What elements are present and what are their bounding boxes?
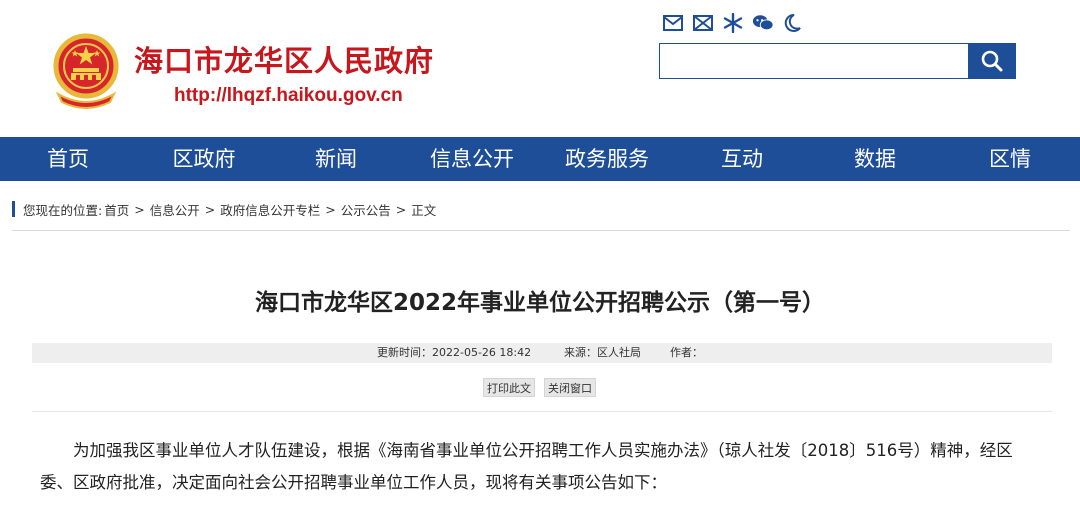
- breadcrumb-item-current: 正文: [411, 202, 437, 218]
- tool-icons: [662, 12, 804, 34]
- search-icon: [981, 50, 1003, 72]
- nav-home[interactable]: 首页: [30, 137, 106, 181]
- article-title: 海口市龙华区2022年事业单位公开招聘公示（第一号）: [254, 290, 825, 316]
- content-divider: [32, 411, 1052, 412]
- article-paragraph: 为加强我区事业单位人才队伍建设，根据《海南省事业单位公开招聘工作人员实施办法》（…: [40, 441, 1013, 492]
- breadcrumb-item-home[interactable]: 首页: [104, 200, 129, 219]
- breadcrumb-separator: >: [395, 201, 407, 217]
- main-nav: 首页 区政府 新闻 信息公开 政务服务 互动 数据 区情: [0, 137, 1080, 181]
- site-title[interactable]: 海口市龙华区人民政府: [134, 38, 434, 80]
- breadcrumb-separator: >: [204, 201, 216, 217]
- breadcrumb-marker: [12, 201, 15, 217]
- site-url[interactable]: http://lhqzf.haikou.gov.cn: [174, 85, 403, 107]
- article-author: 作者：: [670, 346, 703, 359]
- search-button[interactable]: [968, 43, 1016, 79]
- breadcrumb: 您现在的位置: 首页 > 信息公开 > 政府信息公开专栏 > 公示公告 > 正文: [12, 200, 436, 218]
- breadcrumb-item-info[interactable]: 信息公开: [150, 200, 200, 219]
- envelope-icon[interactable]: [692, 12, 714, 34]
- nav-district-government[interactable]: 区政府: [160, 137, 248, 181]
- search-input[interactable]: [659, 43, 969, 79]
- mail-icon[interactable]: [662, 12, 684, 34]
- breadcrumb-separator: >: [325, 201, 336, 217]
- nav-district-overview[interactable]: 区情: [978, 137, 1042, 181]
- close-window-button[interactable]: 关闭窗口: [544, 378, 596, 397]
- nav-interaction[interactable]: 互动: [710, 137, 774, 181]
- site-header: 海口市龙华区人民政府 http://lhqzf.haikou.gov.cn: [0, 0, 1080, 137]
- nav-news[interactable]: 新闻: [304, 137, 368, 181]
- article-body: 为加强我区事业单位人才队伍建设，根据《海南省事业单位公开招聘工作人员实施办法》（…: [40, 435, 1040, 499]
- article-meta-bar: 更新时间：2022-05-26 18:42 来源：区人社局 作者：: [32, 343, 1052, 363]
- update-time: 更新时间：2022-05-26 18:42: [377, 346, 532, 359]
- snowflake-icon[interactable]: [722, 12, 744, 34]
- wechat-icon[interactable]: [752, 12, 774, 34]
- breadcrumb-separator: >: [134, 201, 145, 217]
- article-source: 来源：区人社局: [564, 346, 641, 359]
- breadcrumb-divider: [12, 230, 1070, 231]
- nav-data[interactable]: 数据: [843, 137, 907, 181]
- breadcrumb-item-notices[interactable]: 公示公告: [341, 200, 391, 219]
- moon-icon[interactable]: [782, 12, 804, 34]
- breadcrumb-item-column[interactable]: 政府信息公开专栏: [220, 200, 320, 219]
- nav-information-disclosure[interactable]: 信息公开: [420, 137, 524, 181]
- print-button[interactable]: 打印此文: [483, 378, 535, 397]
- breadcrumb-prefix: 您现在的位置:: [23, 202, 103, 218]
- nav-government-services[interactable]: 政务服务: [555, 137, 659, 181]
- national-emblem-icon: [53, 33, 119, 109]
